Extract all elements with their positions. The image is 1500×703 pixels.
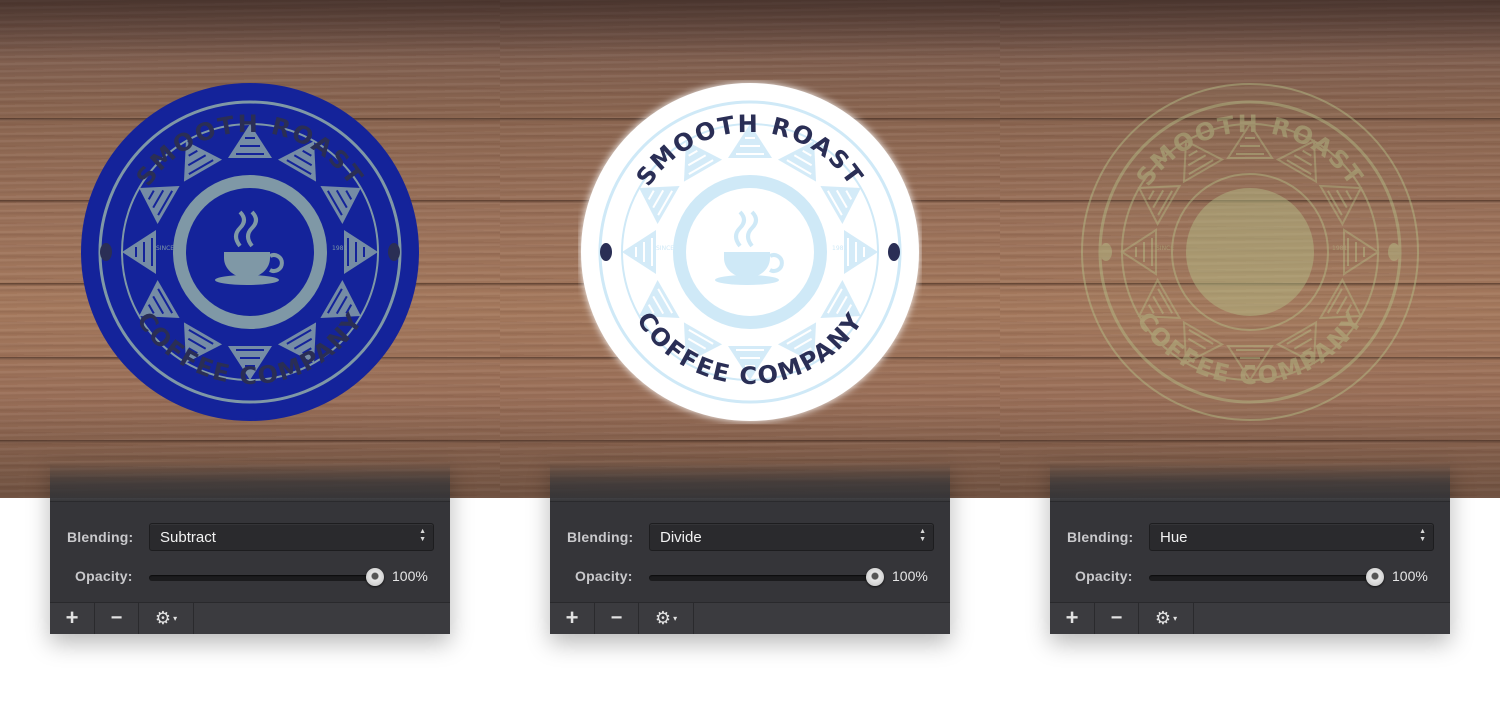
opacity-value: 100% (1392, 568, 1428, 584)
coffee-seal-logo: SMOOTH ROAST COFFEE COMPANY SINCE 1981 (1078, 80, 1422, 424)
chevron-down-icon: ▾ (1173, 614, 1178, 624)
opacity-label: Opacity: (75, 568, 133, 584)
svg-text:1981: 1981 (332, 245, 347, 252)
wood-background: SMOOTH ROAST COFFEE COMPANY SINCE 1981 (500, 0, 1000, 498)
opacity-value: 100% (392, 568, 428, 584)
blend-demo-panel-subtract: SMOOTH ROAST COFFEE COMPANY SINCE 1981 B… (0, 0, 500, 703)
remove-button[interactable]: − (1095, 603, 1139, 634)
blend-demo-panel-divide: SMOOTH ROAST COFFEE COMPANY SINCE 1981 B… (500, 0, 1000, 703)
opacity-slider-track[interactable] (649, 575, 875, 581)
opacity-label: Opacity: (575, 568, 633, 584)
opacity-slider-knob[interactable] (866, 568, 884, 586)
blending-select[interactable]: Divide ▲ ▼ (649, 523, 934, 551)
blending-select[interactable]: Subtract ▲ ▼ (149, 523, 434, 551)
blending-label: Blending: (67, 529, 134, 545)
svg-text:1981: 1981 (832, 245, 847, 252)
gear-icon: ⚙ (654, 608, 672, 628)
select-arrows-icon: ▲ ▼ (1419, 528, 1426, 543)
svg-text:SINCE: SINCE (1156, 245, 1174, 252)
chevron-down-icon: ▾ (673, 614, 678, 624)
select-arrows-icon: ▲ ▼ (919, 528, 926, 543)
opacity-slider-track[interactable] (1149, 575, 1375, 581)
add-button[interactable]: + (550, 603, 595, 634)
wood-background: SMOOTH ROAST COFFEE COMPANY SINCE 1981 (1000, 0, 1500, 498)
select-arrows-icon: ▲ ▼ (419, 528, 426, 543)
opacity-label: Opacity: (1075, 568, 1133, 584)
blending-select-value: Divide (660, 529, 702, 546)
blending-label: Blending: (1067, 529, 1134, 545)
add-button[interactable]: + (1050, 603, 1095, 634)
inspector-toolbar: + − ⚙ ▾ (50, 602, 450, 634)
opacity-slider-knob[interactable] (1366, 568, 1384, 586)
coffee-seal-logo: SMOOTH ROAST COFFEE COMPANY SINCE 1981 (78, 80, 422, 424)
wood-background: SMOOTH ROAST COFFEE COMPANY SINCE 1981 (0, 0, 500, 498)
opacity-value: 100% (892, 568, 928, 584)
blending-select[interactable]: Hue ▲ ▼ (1149, 523, 1434, 551)
blending-inspector: Blending: Subtract ▲ ▼ Opacity: 100% + − … (50, 461, 450, 634)
gear-menu-button[interactable]: ⚙ ▾ (1139, 603, 1194, 634)
gear-menu-button[interactable]: ⚙ ▾ (639, 603, 694, 634)
blending-select-value: Hue (1160, 529, 1188, 546)
gear-menu-button[interactable]: ⚙ ▾ (139, 603, 194, 634)
inspector-toolbar: + − ⚙ ▾ (1050, 602, 1450, 634)
remove-button[interactable]: − (595, 603, 639, 634)
blending-inspector: Blending: Hue ▲ ▼ Opacity: 100% + − ⚙ ▾ (1050, 461, 1450, 634)
gear-icon: ⚙ (154, 608, 172, 628)
blending-label: Blending: (567, 529, 634, 545)
blend-demo-panel-hue: SMOOTH ROAST COFFEE COMPANY SINCE 1981 B… (1000, 0, 1500, 703)
coffee-seal-logo: SMOOTH ROAST COFFEE COMPANY SINCE 1981 (578, 80, 922, 424)
chevron-down-icon: ▾ (173, 614, 178, 624)
svg-text:SINCE: SINCE (156, 245, 174, 252)
add-button[interactable]: + (50, 603, 95, 634)
blending-select-value: Subtract (160, 529, 216, 546)
inspector-toolbar: + − ⚙ ▾ (550, 602, 950, 634)
svg-text:1981: 1981 (1332, 245, 1347, 252)
opacity-slider-knob[interactable] (366, 568, 384, 586)
gear-icon: ⚙ (1154, 608, 1172, 628)
blending-inspector: Blending: Divide ▲ ▼ Opacity: 100% + − ⚙ ▾ (550, 461, 950, 634)
svg-text:SINCE: SINCE (656, 245, 674, 252)
remove-button[interactable]: − (95, 603, 139, 634)
opacity-slider-track[interactable] (149, 575, 375, 581)
